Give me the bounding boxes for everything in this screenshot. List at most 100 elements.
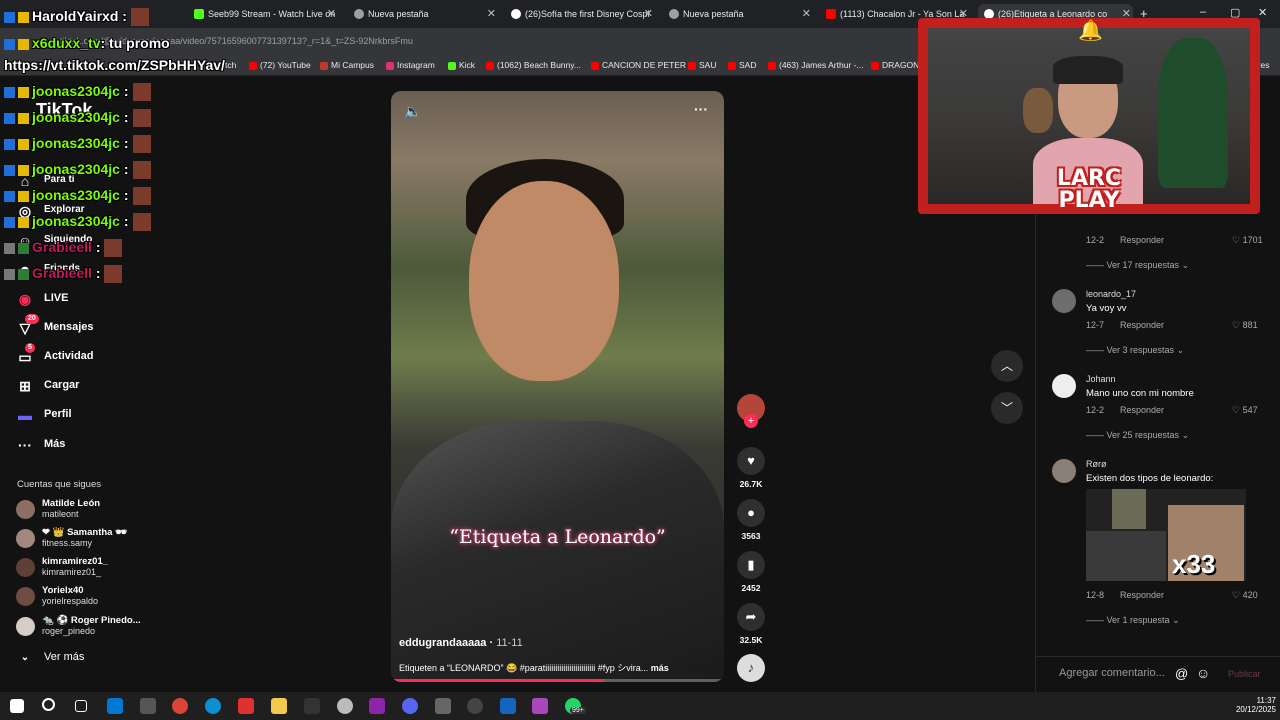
store-icon[interactable] [107, 698, 123, 714]
browser-tab[interactable]: (26)Sofía the first Disney Cospl ✕ [505, 4, 655, 24]
video-author[interactable]: eddugrandaaaaa · 11-11 [399, 637, 523, 649]
app-icon[interactable] [238, 698, 254, 714]
save-button[interactable]: ▮ 2452 [736, 551, 766, 593]
chat-message: Grabieell : [4, 265, 123, 284]
comment-like-button[interactable]: ♡ 881 [1232, 320, 1258, 331]
reply-button[interactable]: Responder [1120, 590, 1164, 600]
like-button[interactable]: ♥ 26.7K [736, 447, 766, 489]
upload-icon: ⊞ [19, 378, 31, 394]
app-icon[interactable] [369, 698, 385, 714]
obs-icon[interactable] [467, 698, 483, 714]
comment-text: Mano uno con mi nombre [1086, 388, 1194, 399]
close-window-icon[interactable]: ✕ [1258, 6, 1267, 19]
chrome-icon[interactable] [172, 698, 188, 714]
profile-icon: ▬ [18, 407, 32, 423]
more-link[interactable]: más [651, 663, 669, 673]
bookmark[interactable]: Kick [448, 60, 475, 70]
app-icon[interactable] [500, 698, 516, 714]
volume-icon[interactable]: 🔈 [404, 103, 421, 120]
follow-plus-icon[interactable]: + [744, 414, 758, 428]
reply-button[interactable]: Responder [1120, 405, 1164, 415]
close-tab-icon[interactable]: ✕ [644, 4, 653, 24]
bookmark[interactable]: Mi Campus [320, 60, 374, 70]
video-player[interactable]: 🔈 ··· “Etiqueta a Leonardo” eddugrandaaa… [391, 91, 724, 682]
task-view-icon[interactable] [75, 700, 87, 712]
avatar[interactable] [1052, 374, 1076, 398]
webcam-overlay: 🔔 LARC PLAY [918, 18, 1260, 214]
badge-icon [18, 268, 29, 280]
next-video-button[interactable]: ﹀ [991, 392, 1023, 424]
share-button[interactable]: ➦ 32.5K [736, 603, 766, 645]
browser-tab[interactable]: Seeb99 Stream - Watch Live on ✕ [188, 4, 338, 24]
bookmark[interactable]: SAD [728, 60, 756, 70]
app-icon[interactable] [532, 698, 548, 714]
close-tab-icon[interactable]: ✕ [327, 4, 336, 24]
video-frame-face [469, 181, 619, 381]
minimize-icon[interactable]: – [1200, 6, 1206, 18]
comment-like-button[interactable]: ♡ 420 [1232, 590, 1258, 601]
comment-username[interactable]: leonardo_17 [1086, 289, 1136, 299]
previous-video-button[interactable]: ︿ [991, 350, 1023, 382]
bookmark[interactable]: Instagram [386, 60, 435, 70]
browser-tab[interactable]: Nueva pestaña ✕ [348, 4, 498, 24]
bookmark[interactable]: CANCION DE PETER [591, 60, 686, 70]
comment-image[interactable]: x33 [1086, 489, 1246, 581]
video-progress-bar[interactable] [391, 679, 724, 682]
instagram-icon [386, 62, 394, 70]
comment-button[interactable]: ● 3563 [736, 499, 766, 541]
video-progress-fill [391, 679, 605, 682]
youtube-icon [591, 62, 599, 70]
view-replies-button[interactable]: —— Ver 17 respuestas ⌄ [1086, 260, 1189, 271]
browser-tab[interactable]: Nueva pestaña ✕ [663, 4, 813, 24]
comment-icon: ● [737, 499, 765, 527]
video-description: Etiqueten a “LEONARDO” 😂 #paratiiiiiiiii… [399, 663, 669, 673]
bookmark[interactable]: (463) James Arthur -... [768, 60, 864, 70]
calculator-icon[interactable] [435, 698, 451, 714]
post-button[interactable]: Publicar [1228, 669, 1261, 679]
tiktok-icon [511, 9, 521, 19]
bookmark-icon: ▮ [737, 551, 765, 579]
app-icon[interactable] [337, 698, 353, 714]
avatar[interactable] [1052, 459, 1076, 483]
discord-icon[interactable] [402, 698, 418, 714]
app-icon[interactable] [140, 698, 156, 714]
comment-username[interactable]: Rørø [1086, 459, 1107, 469]
edge-icon[interactable] [205, 698, 221, 714]
comment-like-button[interactable]: ♡ 1701 [1232, 235, 1263, 246]
bookmark[interactable]: (72) YouTube [249, 60, 311, 70]
comment-text: Existen dos tipos de leonardo: [1086, 473, 1214, 484]
comment-like-button[interactable]: ♡ 547 [1232, 405, 1258, 416]
app-icon[interactable] [304, 698, 320, 714]
music-disc-button[interactable]: ♪ [736, 654, 766, 682]
bookmark[interactable]: SAU [688, 60, 716, 70]
windows-start-icon[interactable] [10, 699, 24, 713]
reply-button[interactable]: Responder [1120, 320, 1164, 330]
view-replies-button[interactable]: —— Ver 3 respuestas ⌄ [1086, 345, 1184, 356]
badge-icon [4, 190, 15, 202]
notification-badge: 99+ [570, 707, 586, 714]
streamer-cap [1053, 56, 1123, 84]
search-icon[interactable] [42, 698, 55, 711]
more-options-icon[interactable]: ··· [694, 101, 708, 117]
crown-icon [18, 38, 29, 50]
chat-message: joonas2304jc : [4, 213, 151, 232]
bookmark[interactable]: (1062) Beach Bunny... [486, 60, 581, 70]
reply-button[interactable]: Responder [1120, 235, 1164, 245]
author-avatar-button[interactable]: + [736, 394, 766, 428]
youtube-icon [826, 9, 836, 19]
system-clock[interactable]: 11:37 20/12/2025 [1230, 696, 1276, 714]
badge-icon [4, 242, 15, 254]
emoji-icon[interactable]: ☺ [1196, 665, 1210, 681]
view-replies-button[interactable]: —— Ver 25 respuestas ⌄ [1086, 430, 1189, 441]
avatar [16, 500, 35, 519]
close-tab-icon[interactable]: ✕ [802, 4, 811, 24]
comment-input[interactable]: Agregar comentario... [1059, 667, 1165, 679]
folder-icon[interactable] [271, 698, 287, 714]
avatar[interactable] [1052, 289, 1076, 313]
view-replies-button[interactable]: —— Ver 1 respuesta ⌄ [1086, 615, 1180, 626]
share-icon: ➦ [737, 603, 765, 631]
close-tab-icon[interactable]: ✕ [487, 4, 496, 24]
emote-icon [132, 213, 151, 232]
comment-username[interactable]: Johann [1086, 374, 1116, 384]
mention-icon[interactable]: @ [1175, 666, 1188, 681]
